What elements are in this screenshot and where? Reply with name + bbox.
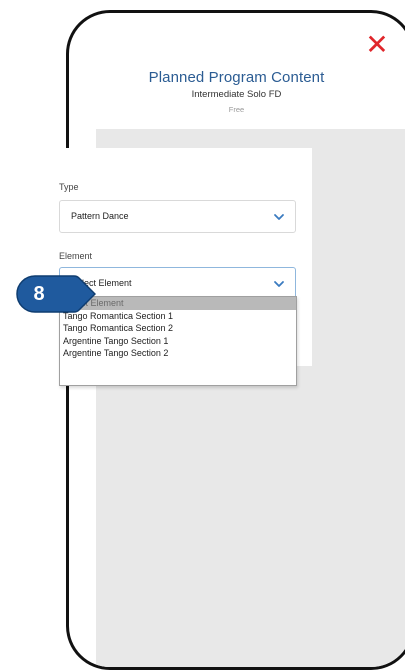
- chevron-down-icon: [274, 281, 284, 287]
- modal-header: Planned Program Content Intermediate Sol…: [69, 69, 404, 114]
- close-icon[interactable]: ✕: [365, 31, 389, 59]
- modal-title: Planned Program Content: [148, 69, 325, 86]
- step-number: 8: [33, 283, 45, 305]
- type-select-value: Pattern Dance: [71, 211, 129, 221]
- dropdown-option[interactable]: Argentine Tango Section 2: [60, 347, 296, 360]
- dropdown-option[interactable]: Tango Romantica Section 2: [60, 322, 296, 335]
- dropdown-option[interactable]: Argentine Tango Section 1: [60, 335, 296, 348]
- type-label: Type: [59, 182, 79, 192]
- chevron-down-icon: [274, 214, 284, 220]
- step-callout-badge: 8: [16, 275, 96, 313]
- element-label: Element: [59, 251, 93, 261]
- type-select[interactable]: Pattern Dance: [59, 200, 296, 233]
- modal-subtitle: Intermediate Solo FD: [191, 89, 282, 100]
- price-label: Free: [228, 105, 245, 114]
